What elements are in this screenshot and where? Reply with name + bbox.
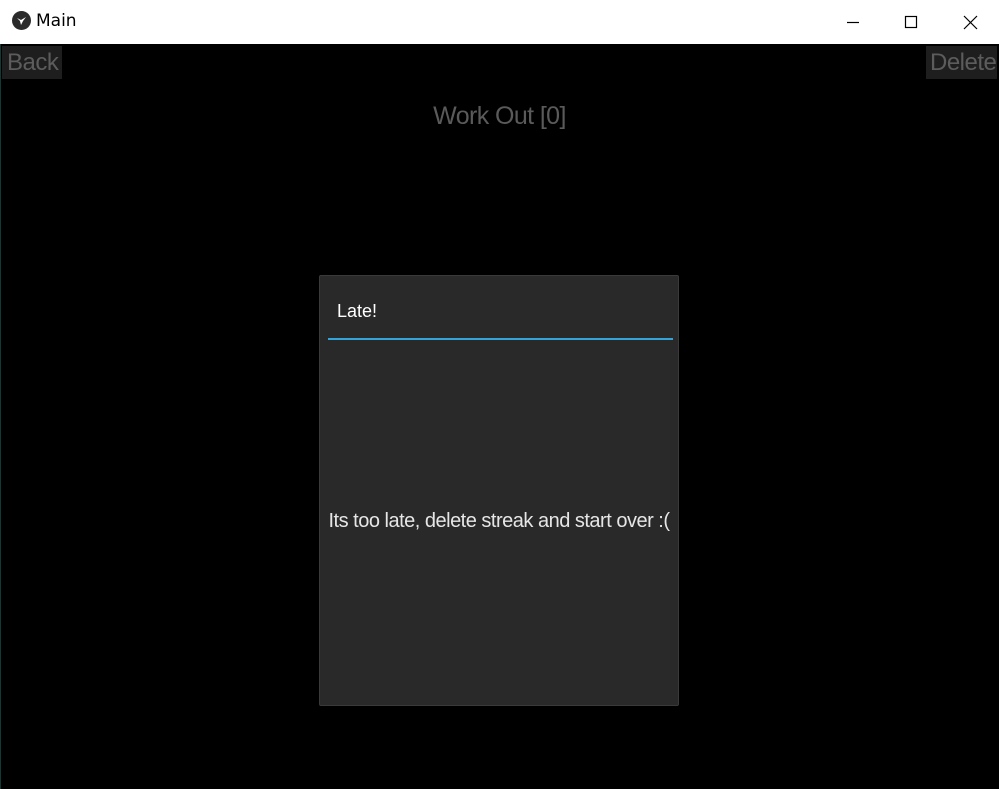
close-button[interactable] — [941, 0, 999, 44]
close-icon — [963, 15, 977, 29]
popup-title-separator — [328, 338, 673, 340]
kivy-app-icon — [12, 11, 31, 30]
minimize-button[interactable] — [824, 0, 882, 44]
title-bar[interactable]: Main — [0, 0, 999, 44]
minimize-icon — [847, 21, 859, 24]
window-border — [0, 44, 1, 789]
window-title: Main — [36, 11, 77, 31]
back-button[interactable]: Back — [2, 46, 62, 79]
popup-message: Its too late, delete streak and start ov… — [328, 510, 670, 532]
page-title: Work Out [0] — [433, 102, 566, 130]
delete-button[interactable]: Delete — [926, 46, 997, 79]
late-popup: Late! Its too late, delete streak and st… — [319, 275, 679, 706]
app-window: Main Back Delete Work Out [0] Late! Its … — [0, 0, 999, 789]
popup-title: Late! — [337, 301, 378, 321]
maximize-icon — [904, 15, 918, 29]
maximize-button[interactable] — [882, 0, 940, 44]
